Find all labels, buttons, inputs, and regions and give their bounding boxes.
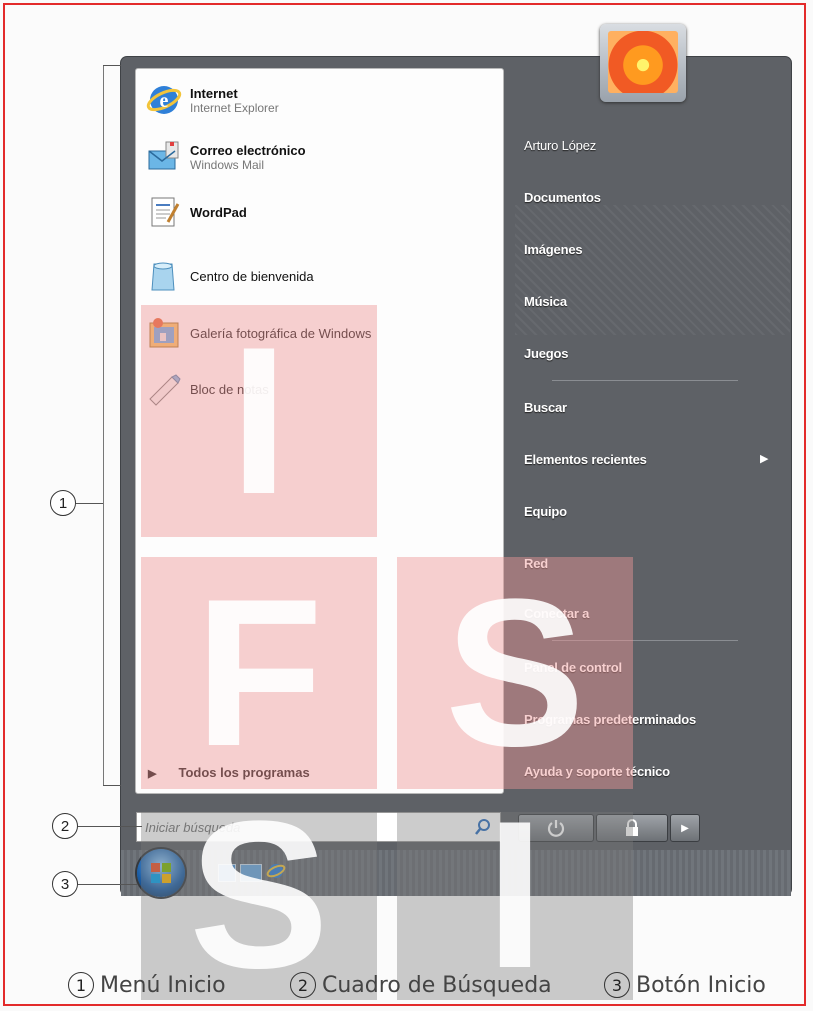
program-item-mail[interactable]: Correo electrónico Windows Mail <box>146 137 306 177</box>
program-item-internet[interactable]: e Internet Internet Explorer <box>146 80 279 120</box>
shutdown-options-button[interactable]: ▶ <box>670 814 700 842</box>
watermark-letter: I <box>229 305 289 537</box>
leader-line <box>78 826 142 827</box>
program-name: Correo electrónico <box>190 142 306 158</box>
callout-1: 1 <box>50 490 76 516</box>
watermark-letter: F <box>194 557 324 789</box>
legend-item-search-box: 2 Cuadro de Búsqueda <box>290 972 552 998</box>
legend-number: 2 <box>290 972 316 998</box>
right-item-recent[interactable]: Elementos recientes <box>524 452 647 467</box>
internet-explorer-icon: e <box>146 82 182 118</box>
right-item-computer[interactable]: Equipo <box>524 504 567 519</box>
legend-label: Menú Inicio <box>100 972 226 998</box>
program-sub: Windows Mail <box>190 157 265 172</box>
legend-item-start-button: 3 Botón Inicio <box>604 972 766 998</box>
windows-mail-icon <box>146 139 182 175</box>
right-item-pictures[interactable]: Imágenes <box>524 242 583 257</box>
program-item-wordpad[interactable]: WordPad <box>146 192 247 232</box>
legend-label: Cuadro de Búsqueda <box>322 972 552 998</box>
legend-item-start-menu: 1 Menú Inicio <box>68 972 226 998</box>
triangle-right-icon: ▶ <box>681 822 689 834</box>
callout-2: 2 <box>52 813 78 839</box>
legend-number: 1 <box>68 972 94 998</box>
svg-text:e: e <box>160 90 169 112</box>
leader-line <box>78 884 138 885</box>
user-avatar[interactable] <box>600 24 686 102</box>
watermark-block: I <box>141 305 377 537</box>
callout-3: 3 <box>52 871 78 897</box>
right-item-music[interactable]: Música <box>524 294 567 309</box>
legend-label: Botón Inicio <box>636 972 766 998</box>
watermark-block: F <box>141 557 377 789</box>
bracket-tick <box>103 785 121 786</box>
watermark-block: S <box>397 557 633 789</box>
program-name: Centro de bienvenida <box>190 268 314 284</box>
right-panel-pattern <box>515 205 790 335</box>
leader-line <box>76 503 103 504</box>
program-sub: Internet Explorer <box>190 100 279 115</box>
flower-picture-icon <box>608 31 678 93</box>
wordpad-icon <box>146 194 182 230</box>
right-item-games[interactable]: Juegos <box>524 346 569 361</box>
welcome-center-icon <box>146 258 182 294</box>
right-item-documents[interactable]: Documentos <box>524 190 601 205</box>
bracket-line <box>103 65 104 785</box>
program-name: WordPad <box>190 204 247 220</box>
bracket-tick <box>103 65 121 66</box>
program-item-welcome-center[interactable]: Centro de bienvenida <box>146 256 314 296</box>
program-name: Internet <box>190 85 238 101</box>
separator <box>552 380 738 381</box>
watermark-letter: S <box>444 557 586 789</box>
right-item-search[interactable]: Buscar <box>524 400 567 415</box>
submenu-arrow-icon: ▶ <box>760 452 769 465</box>
right-item-user[interactable]: Arturo López <box>524 138 596 153</box>
legend-number: 3 <box>604 972 630 998</box>
